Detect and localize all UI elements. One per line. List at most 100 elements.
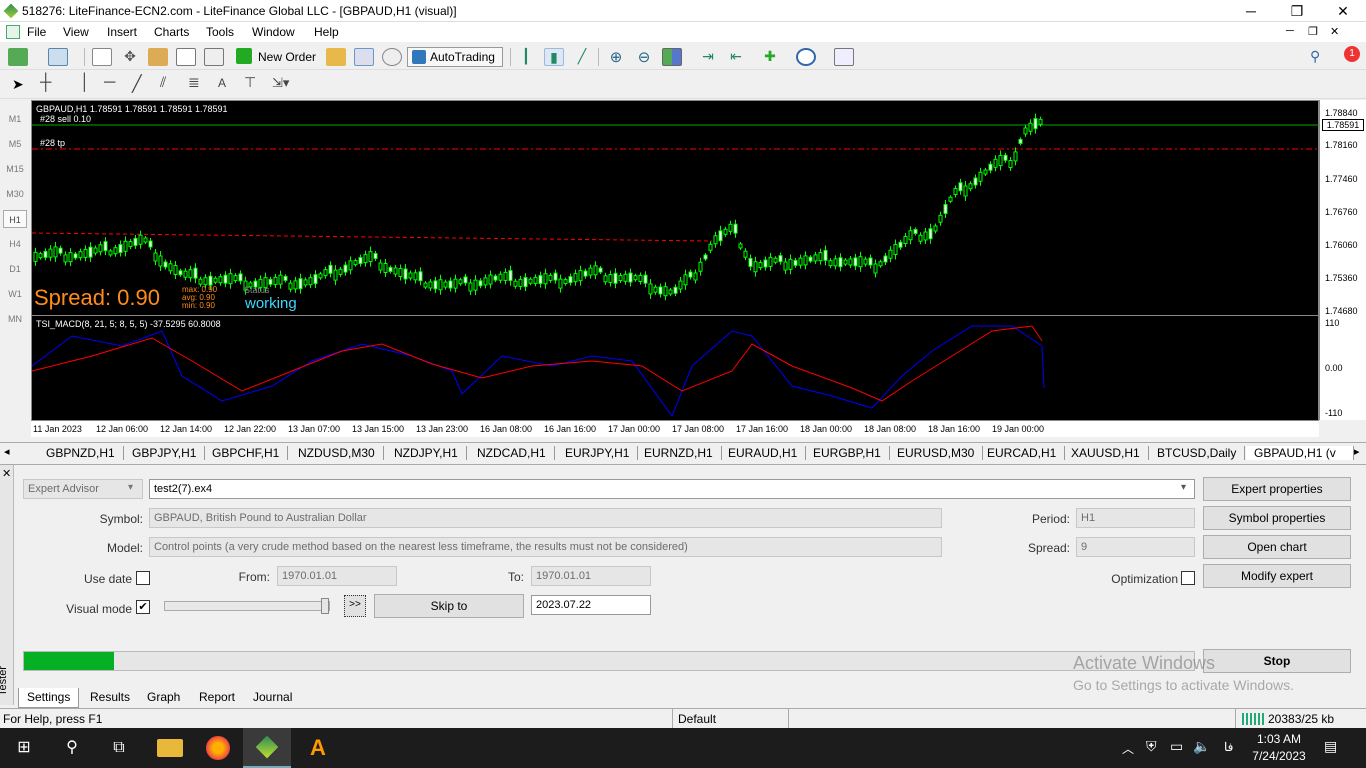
tray-shield-icon[interactable]: ⛨ [1146,738,1157,755]
task-view-icon[interactable]: ⧉ [106,736,132,760]
slider-thumb[interactable] [321,598,329,614]
optimization-checkbox[interactable] [1181,571,1195,585]
symbol-properties-button[interactable]: Symbol properties [1203,506,1351,530]
text-label-icon[interactable]: ⊤ [244,74,256,91]
language-indicator[interactable]: فا [1224,740,1233,754]
tab-journal[interactable]: Journal [245,688,300,708]
skip-to-button[interactable]: Skip to [374,594,524,618]
fibonacci-icon[interactable]: ≣ [188,74,200,91]
mdi-close-button[interactable]: ✕ [1330,25,1339,38]
start-icon[interactable]: ⊞ [11,736,37,760]
market-icon[interactable] [382,48,402,66]
modify-expert-button[interactable]: Modify expert [1203,564,1351,588]
firefox-icon[interactable] [206,736,230,760]
tf-m30[interactable]: M30 [3,185,27,203]
visual-speed-slider[interactable] [164,598,330,614]
skip-to-date-input[interactable]: 2023.07.22 [531,595,651,615]
crosshair-icon[interactable]: ┼ [40,74,51,92]
skip-forward-button[interactable]: >> [344,595,366,617]
menu-file[interactable]: File [21,25,52,39]
indicator-window[interactable]: TSI_MACD(8, 21, 5; 8, 5, 5) -37.5295 60.… [31,315,1319,421]
expert-type-select[interactable]: Expert Advisor [23,479,143,499]
notifications-icon[interactable]: 1 [1338,46,1360,66]
use-date-checkbox[interactable] [136,571,150,585]
visual-mode-checkbox[interactable]: ✔ [136,600,150,614]
symbol-tab[interactable]: EURNZD,H1 [636,446,722,460]
menu-charts[interactable]: Charts [148,25,195,39]
menu-view[interactable]: View [57,25,95,39]
new-order-button[interactable]: New Order [258,50,316,64]
clock-date[interactable]: 7/24/2023 [1250,749,1308,763]
close-button[interactable]: ✕ [1320,0,1366,22]
volume-icon[interactable]: 🔈 [1193,738,1210,755]
tester-close-icon[interactable]: ✕ [2,467,11,480]
zoom-in-icon[interactable]: ⊕ [606,48,626,66]
open-chart-button[interactable]: Open chart [1203,535,1351,559]
period-select[interactable]: H1 [1076,508,1195,528]
tf-m5[interactable]: M5 [3,135,27,153]
symbol-tab[interactable]: EURCAD,H1 [979,446,1066,460]
new-chart-icon[interactable] [8,48,28,66]
tab-graph[interactable]: Graph [139,688,188,708]
action-center-icon[interactable]: ▤ [1324,738,1337,755]
to-date-input[interactable]: 1970.01.01 [531,566,651,586]
file-explorer-icon[interactable] [157,739,183,757]
symbol-tab[interactable]: GBPCHF,H1 [204,446,289,460]
tab-report[interactable]: Report [191,688,243,708]
stop-button[interactable]: Stop [1203,649,1351,673]
candlestick-icon[interactable]: ▮ [544,48,564,66]
symbol-tab[interactable]: EURGBP,H1 [805,446,890,460]
tf-mn[interactable]: MN [3,310,27,328]
symbol-tab[interactable]: GBPJPY,H1 [124,446,206,460]
trendline-icon[interactable]: ╱ [132,74,142,94]
strategy-tester-icon[interactable] [204,48,224,66]
periods-icon[interactable] [796,48,816,66]
navigator-icon[interactable] [148,48,168,66]
mdi-restore-button[interactable]: ❐ [1308,25,1318,38]
symbol-tab[interactable]: EURUSD,M30 [889,446,984,460]
data-window-icon[interactable]: ✥ [120,48,140,66]
litefinance-taskbar-button[interactable] [243,728,291,768]
search-icon[interactable]: ⚲ [59,736,85,760]
terminal-icon[interactable] [176,48,196,66]
symbol-select[interactable]: GBPAUD, British Pound to Australian Doll… [149,508,942,528]
equidistant-channel-icon[interactable]: ⫽ [160,74,166,91]
expert-file-select[interactable]: test2(7).ex4 [149,479,1195,499]
zoom-out-icon[interactable]: ⊖ [634,48,654,66]
profiles-icon[interactable] [48,48,68,66]
tabs-scroll-right-icon[interactable]: ▸ [1354,445,1360,458]
spread-select[interactable]: 9 [1076,537,1195,557]
symbol-tab[interactable]: BTCUSD,Daily [1149,446,1246,460]
from-date-input[interactable]: 1970.01.01 [277,566,397,586]
bar-chart-icon[interactable]: ┃ [516,48,536,66]
horizontal-line-icon[interactable]: ─ [104,74,115,92]
new-order-icon[interactable] [236,48,252,64]
menu-tools[interactable]: Tools [200,25,240,39]
autoscroll-icon[interactable]: ⇤ [726,48,746,66]
tf-w1[interactable]: W1 [3,285,27,303]
network-icon[interactable]: ▭ [1170,738,1183,755]
symbol-tab[interactable]: NZDUSD,M30 [290,446,384,460]
tray-chevron-icon[interactable]: ︿ [1122,740,1134,757]
tile-windows-icon[interactable] [662,48,682,66]
cursor-icon[interactable]: ➤ [12,76,24,93]
autotrading-button[interactable]: AutoTrading [407,47,503,67]
chart-shift-icon[interactable]: ⇥ [698,48,718,66]
menu-window[interactable]: Window [246,25,301,39]
maximize-button[interactable]: ❐ [1274,0,1320,22]
metaeditor-icon[interactable] [326,48,346,66]
signals-icon[interactable] [354,48,374,66]
search-icon[interactable]: ⚲ [1310,48,1320,65]
arrows-icon[interactable]: ⇲▾ [272,75,289,91]
menu-help[interactable]: Help [308,25,345,39]
menu-insert[interactable]: Insert [101,25,143,39]
app-a-icon[interactable]: A [305,736,331,760]
symbol-tab[interactable]: GBPAUD,H1 (v [1246,446,1354,460]
tab-settings[interactable]: Settings [18,688,80,708]
mdi-minimize-button[interactable]: ─ [1286,25,1294,37]
tab-results[interactable]: Results [82,688,138,708]
symbol-tab[interactable]: XAUUSD,H1 [1063,446,1149,460]
text-icon[interactable]: A [218,76,226,90]
vertical-line-icon[interactable]: │ [80,74,90,92]
clock-time[interactable]: 1:03 AM [1250,732,1308,746]
